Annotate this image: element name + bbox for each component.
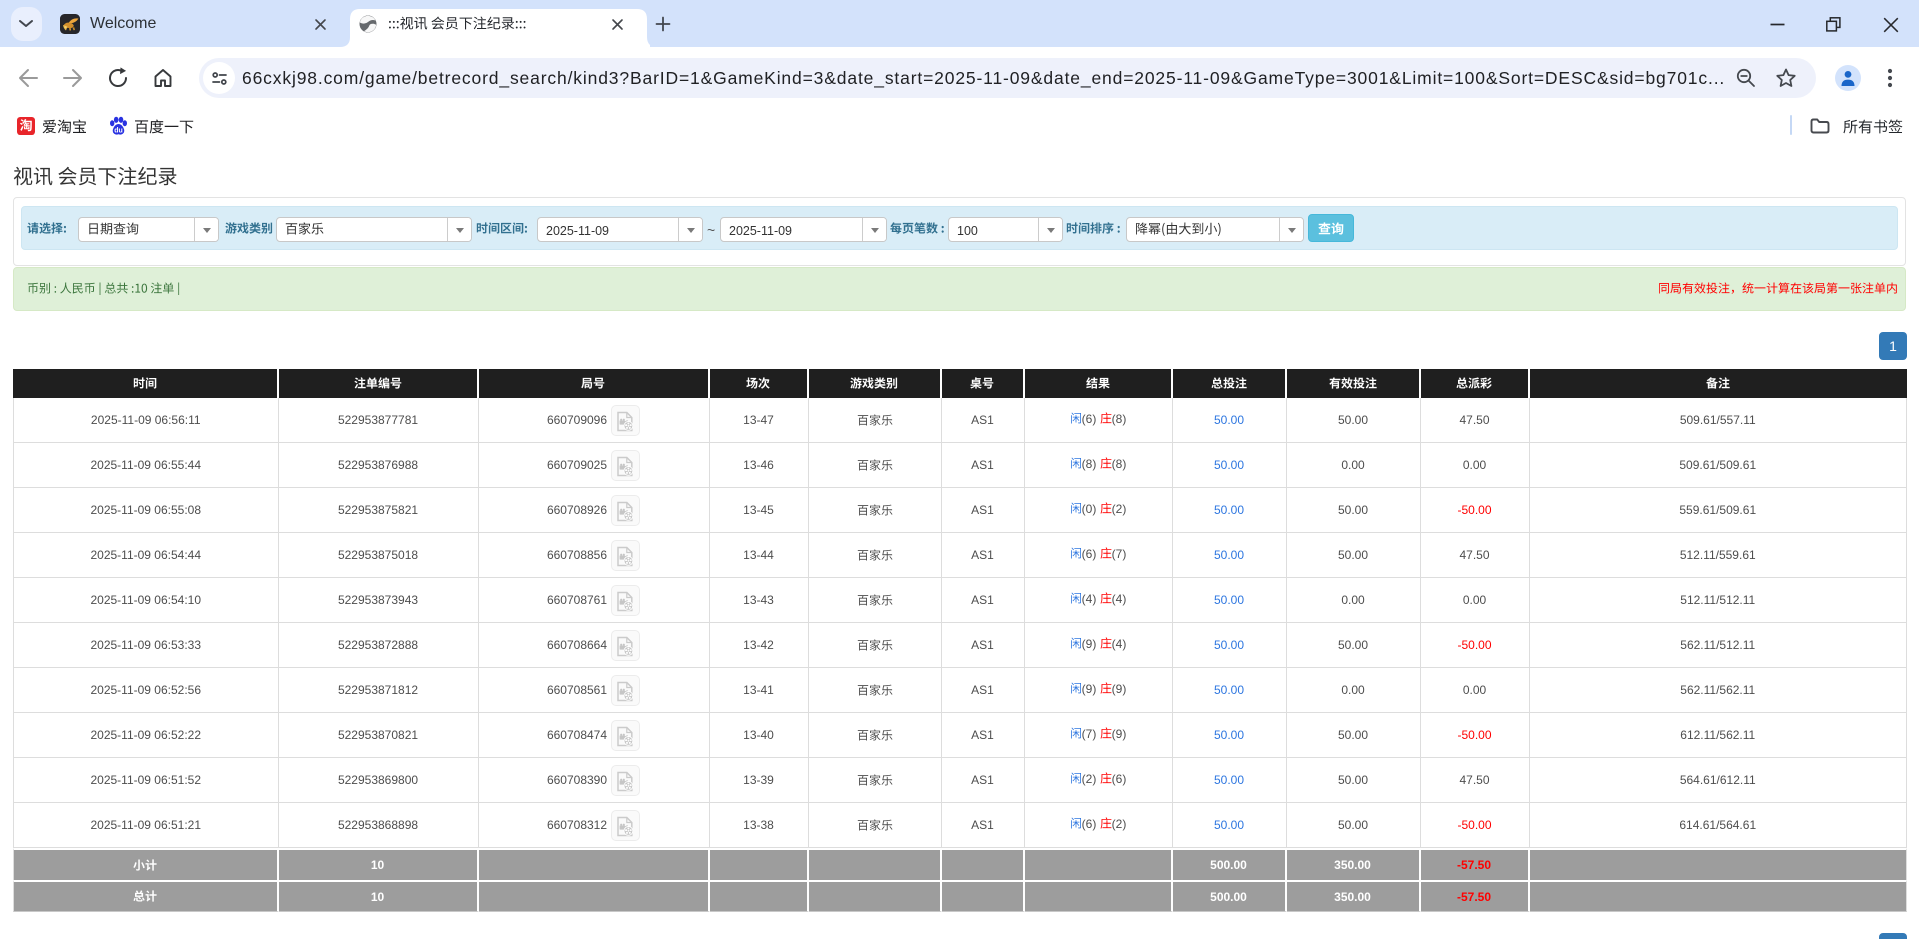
svg-text:du: du [114, 127, 123, 134]
